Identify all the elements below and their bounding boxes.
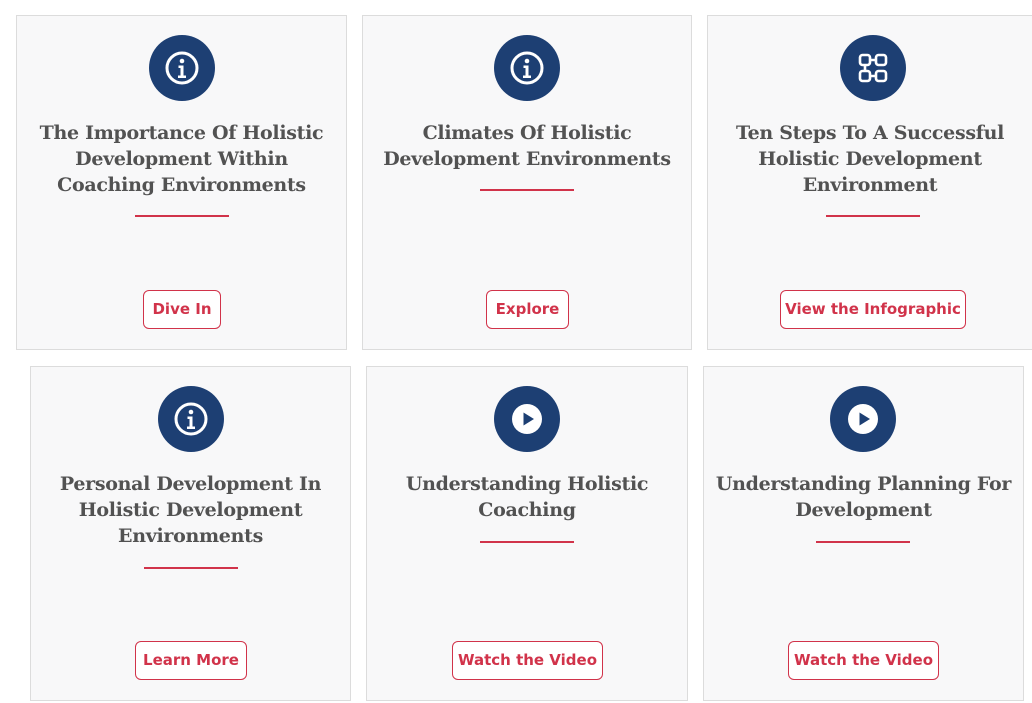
title-divider: [816, 541, 910, 543]
resource-card: Ten Steps To A Successful Holistic Devel…: [707, 15, 1032, 350]
title-divider: [480, 189, 574, 191]
title-divider: [144, 567, 238, 569]
play-icon: [494, 386, 560, 452]
resource-card: Personal Development In Holistic Develop…: [30, 366, 351, 701]
card-title: Ten Steps To A Successful Holistic Devel…: [735, 122, 1005, 196]
infographic-icon: [840, 35, 906, 101]
card-title: Understanding Holistic Coaching: [405, 473, 649, 521]
resource-card: The Importance Of Holistic Development W…: [16, 15, 347, 350]
play-icon: [830, 386, 896, 452]
resource-card: Understanding Planning For Development W…: [703, 366, 1024, 701]
watch-video-button[interactable]: Watch the Video: [452, 641, 603, 680]
card-title: The Importance Of Holistic Development W…: [39, 122, 324, 196]
card-title: Climates Of Holistic Development Environ…: [383, 122, 671, 170]
resource-card: Climates Of Holistic Development Environ…: [362, 15, 692, 350]
info-icon: [494, 35, 560, 101]
watch-video-button[interactable]: Watch the Video: [788, 641, 939, 680]
learn-more-button[interactable]: Learn More: [135, 641, 247, 680]
title-divider: [480, 541, 574, 543]
title-divider: [826, 215, 920, 217]
info-icon: [158, 386, 224, 452]
resource-card: Understanding Holistic Coaching Watch th…: [366, 366, 688, 701]
card-title: Understanding Planning For Development: [715, 473, 1012, 521]
dive-in-button[interactable]: Dive In: [143, 290, 221, 329]
explore-button[interactable]: Explore: [486, 290, 569, 329]
info-icon: [149, 35, 215, 101]
title-divider: [135, 215, 229, 217]
view-infographic-button[interactable]: View the Infographic: [780, 290, 966, 329]
card-title: Personal Development In Holistic Develop…: [59, 473, 322, 547]
